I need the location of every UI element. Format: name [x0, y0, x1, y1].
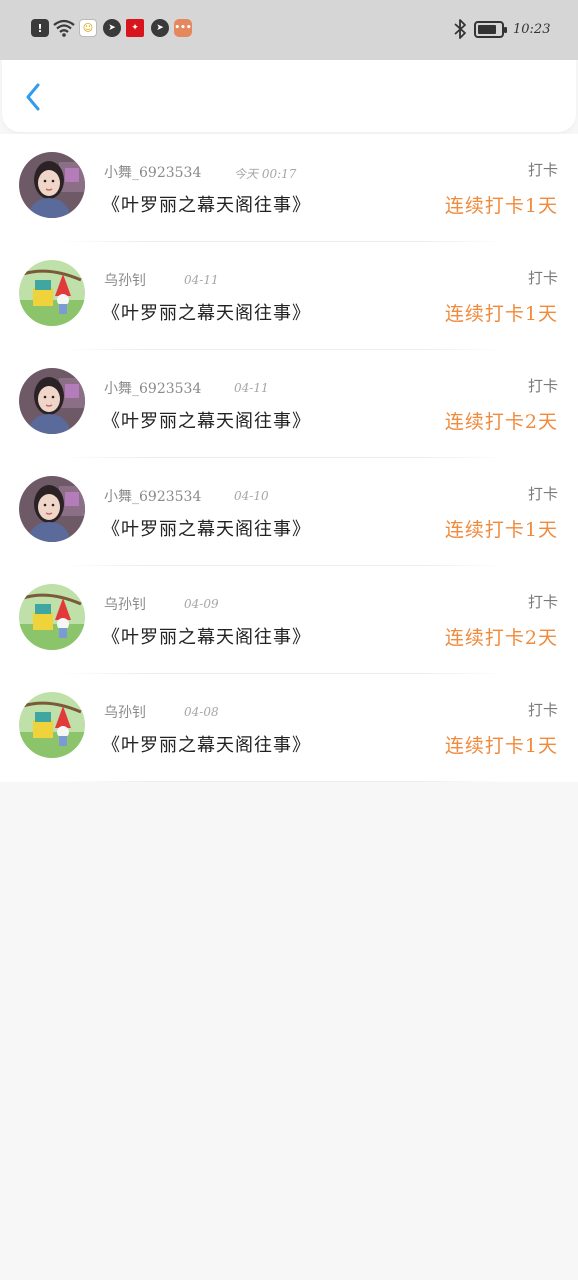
user-name: 乌孙钊 — [104, 597, 146, 613]
avatar[interactable] — [19, 260, 85, 326]
avatar[interactable] — [19, 368, 85, 434]
list-item[interactable]: 小舞_6923534 04-10 《叶罗丽之幕天阁往事》 打卡连续打卡1天 — [0, 458, 578, 566]
avatar[interactable] — [19, 584, 85, 650]
app-icon: ➤ — [151, 19, 169, 37]
status-bar: ! ☺ ➤ ✦ ➤ ••• 10:23 — [0, 0, 578, 60]
post-time: 今天 00:17 — [234, 167, 297, 181]
wifi-icon — [52, 19, 76, 37]
checkin-tag: 打卡 — [527, 161, 558, 179]
battery-icon — [474, 21, 507, 38]
app-icon: ✦ — [126, 19, 144, 37]
book-title: 《叶罗丽之幕天阁往事》 — [102, 303, 311, 324]
book-title: 《叶罗丽之幕天阁往事》 — [102, 195, 311, 216]
post-time: 04-11 — [234, 381, 269, 395]
user-name: 乌孙钊 — [104, 705, 146, 721]
streak-count: 连续打卡1天 — [444, 519, 558, 541]
list-item[interactable]: 乌孙钊 04-11 《叶罗丽之幕天阁往事》 打卡连续打卡1天 — [0, 242, 578, 350]
avatar[interactable] — [19, 476, 85, 542]
book-title: 《叶罗丽之幕天阁往事》 — [102, 519, 311, 540]
checkin-tag: 打卡 — [527, 485, 558, 503]
user-name: 乌孙钊 — [104, 273, 146, 289]
streak-count: 连续打卡2天 — [444, 411, 558, 433]
app-icon: ➤ — [103, 19, 121, 37]
user-name: 小舞_6923534 — [104, 489, 202, 505]
book-title: 《叶罗丽之幕天阁往事》 — [102, 735, 311, 756]
list-item[interactable]: 乌孙钊 04-09 《叶罗丽之幕天阁往事》 打卡连续打卡2天 — [0, 566, 578, 674]
post-time: 04-10 — [234, 489, 269, 503]
book-title: 《叶罗丽之幕天阁往事》 — [102, 627, 311, 648]
streak-count: 连续打卡1天 — [444, 195, 558, 217]
book-title: 《叶罗丽之幕天阁往事》 — [102, 411, 311, 432]
chat-icon: ••• — [174, 19, 192, 37]
checkin-list: 小舞_6923534 今天 00:17 《叶罗丽之幕天阁往事》 打卡 连续打卡1天 乌孙钊… — [0, 134, 578, 782]
alert-icon: ! — [31, 19, 49, 37]
post-time: 04-08 — [184, 705, 219, 719]
list-item[interactable]: 小舞_6923534 04-11 《叶罗丽之幕天阁往事》 打卡连续打卡2天 — [0, 350, 578, 458]
checkin-tag: 打卡 — [527, 377, 558, 395]
user-name: 小舞_6923534 — [104, 165, 202, 181]
user-name: 小舞_6923534 — [104, 381, 202, 397]
post-time: 04-11 — [184, 273, 219, 287]
app-icon: ☺ — [79, 19, 97, 37]
status-time: 10:23 — [513, 22, 551, 37]
list-item[interactable]: 乌孙钊 04-08 《叶罗丽之幕天阁往事》 打卡连续打卡1天 — [0, 674, 578, 782]
divider — [60, 781, 508, 782]
header — [2, 60, 576, 132]
back-button[interactable] — [16, 80, 50, 114]
streak-count: 连续打卡2天 — [444, 627, 558, 649]
list-item[interactable]: 小舞_6923534 今天 00:17 《叶罗丽之幕天阁往事》 打卡连续打卡1天 — [0, 134, 578, 242]
bluetooth-icon — [452, 18, 468, 40]
checkin-tag: 打卡 — [527, 701, 558, 719]
streak-count: 连续打卡1天 — [444, 735, 558, 757]
checkin-tag: 打卡 — [527, 593, 558, 611]
chevron-left-icon — [26, 83, 40, 111]
post-time: 04-09 — [184, 597, 219, 611]
avatar[interactable] — [19, 152, 85, 218]
checkin-tag: 打卡 — [527, 269, 558, 287]
streak-count: 连续打卡1天 — [444, 303, 558, 325]
avatar[interactable] — [19, 692, 85, 758]
